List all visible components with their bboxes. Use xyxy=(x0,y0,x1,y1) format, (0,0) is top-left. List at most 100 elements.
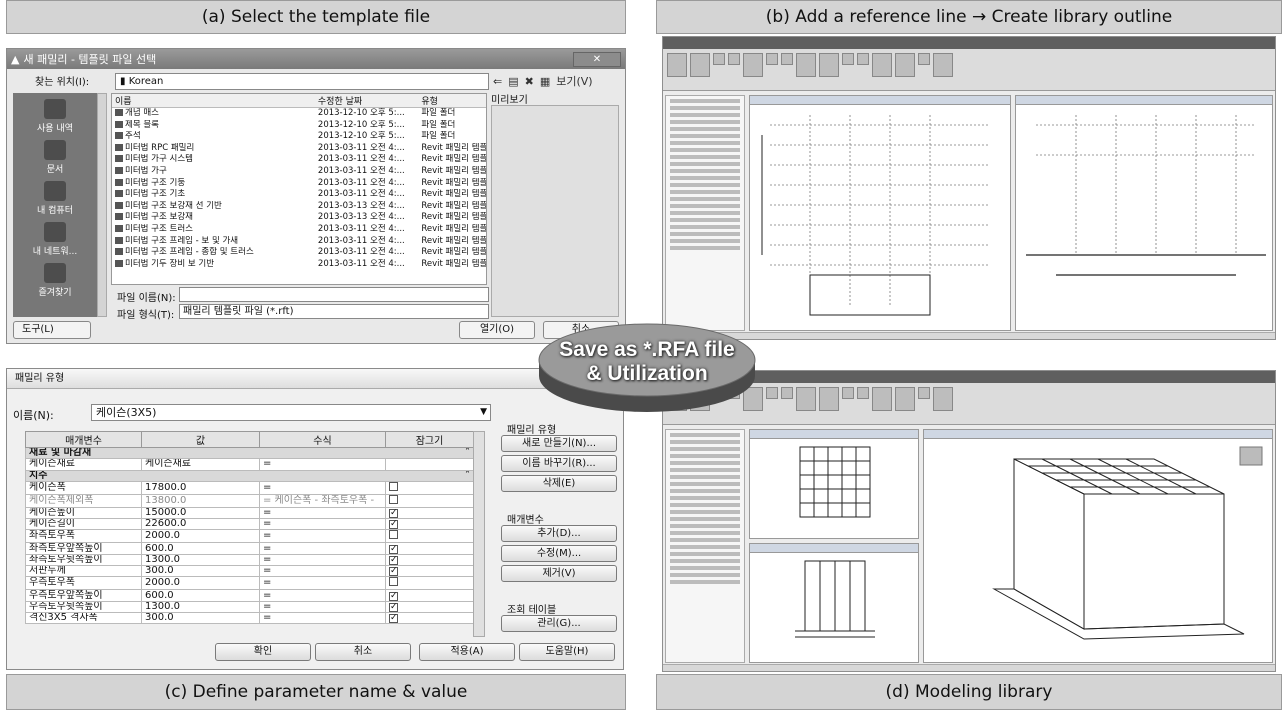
place-item[interactable]: 사용 내역 xyxy=(13,99,97,134)
file-row[interactable]: 주석 2013-12-10 오후 5:... 파일 폴더 xyxy=(112,131,486,143)
parameter-row[interactable]: 좌측토우앞쪽높이 600.0 = ✓ xyxy=(25,542,474,555)
parameter-row[interactable]: 케이슨높이 15000.0 = ✓ xyxy=(25,506,474,520)
unchecked-checkbox-icon[interactable] xyxy=(389,577,398,587)
view-icon[interactable]: ▦ xyxy=(540,75,556,88)
file-row[interactable]: 미터법 구조 보강재 2013-03-13 오전 4:... Revit 패밀리 템… xyxy=(112,212,486,224)
checked-checkbox-icon[interactable]: ✓ xyxy=(389,520,398,529)
checked-checkbox-icon[interactable]: ✓ xyxy=(389,614,398,623)
delete-type-button[interactable]: 삭제(E) xyxy=(501,475,617,492)
param-formula[interactable]: = xyxy=(259,542,386,555)
plan-view-d[interactable] xyxy=(749,429,919,539)
open-button[interactable]: 열기(O) xyxy=(459,321,535,339)
collapse-icon[interactable]: ˄ xyxy=(465,471,470,480)
back-icon[interactable]: ⇐ xyxy=(493,75,508,88)
column-type[interactable]: 유형 xyxy=(418,94,486,107)
file-row[interactable]: 미터법 RPC 패밀리 2013-03-11 오전 4:... Revit 패밀리 … xyxy=(112,143,486,155)
elevation-view-b[interactable] xyxy=(1015,95,1273,331)
param-formula[interactable]: = xyxy=(259,529,386,544)
file-row[interactable]: 미터법 구조 트러스 2013-03-11 오전 4:... Revit 패밀리 템… xyxy=(112,224,486,236)
file-row[interactable]: 미터법 가구 시스템 2013-03-11 오전 4:... Revit 패밀리 템… xyxy=(112,154,486,166)
apply-button[interactable]: 적용(A) xyxy=(419,643,515,661)
collapse-icon[interactable]: ˄ xyxy=(465,449,470,458)
add-parameter-button[interactable]: 추가(D)... xyxy=(501,525,617,542)
param-formula[interactable]: = xyxy=(259,565,386,578)
parameter-row[interactable]: 케이슨재료 케이슨재료 = xyxy=(25,458,474,471)
manage-lookup-button[interactable]: 관리(G)... xyxy=(501,615,617,632)
parameter-row[interactable]: 저판두께 300.0 = ✓ xyxy=(25,565,474,578)
param-value[interactable]: 17800.0 xyxy=(141,480,260,495)
column-date[interactable]: 수정한 날짜 xyxy=(315,94,418,107)
place-item[interactable]: 즐겨찾기 xyxy=(13,263,97,298)
look-in-select[interactable]: ▮ Korean xyxy=(115,73,489,90)
cancel-button[interactable]: 취소 xyxy=(315,643,411,661)
column-name[interactable]: 이름 xyxy=(112,94,315,107)
view-menu[interactable]: 보기(V) xyxy=(556,75,592,88)
modify-parameter-button[interactable]: 수정(M)... xyxy=(501,545,617,562)
elevation-view-d[interactable] xyxy=(749,543,919,663)
param-formula[interactable]: = xyxy=(259,458,386,471)
parameter-row[interactable]: 좌측토우폭 2000.0 = xyxy=(25,529,474,544)
checked-checkbox-icon[interactable]: ✓ xyxy=(389,555,398,565)
param-value[interactable]: 케이슨재료 xyxy=(141,458,260,471)
param-formula[interactable]: = xyxy=(259,553,386,567)
file-row[interactable]: 미터법 기두 장비 보 기반 2013-03-11 오전 4:... Revit 패… xyxy=(112,259,486,271)
unchecked-checkbox-icon[interactable] xyxy=(389,530,398,540)
checked-checkbox-icon[interactable]: ✓ xyxy=(389,544,398,554)
parameter-row[interactable]: 우측토우폭 2000.0 = xyxy=(25,576,474,591)
parameter-group-row[interactable]: 치수 ˄ xyxy=(25,469,474,482)
param-formula[interactable]: = xyxy=(259,506,386,520)
checked-checkbox-icon[interactable]: ✓ xyxy=(389,567,398,576)
param-value[interactable]: 13800.0 xyxy=(141,493,260,508)
parameter-group-row[interactable]: 재료 및 마감재 ˄ xyxy=(25,446,474,460)
param-formula[interactable]: = xyxy=(259,600,386,613)
file-row[interactable]: 미터법 구조 보강재 선 기반 2013-03-13 오전 4:... Revit … xyxy=(112,201,486,213)
file-name-input[interactable] xyxy=(179,287,489,302)
file-row[interactable]: 미터법 구조 기둥 2013-03-11 오전 4:... Revit 패밀리 템플 xyxy=(112,178,486,190)
param-value[interactable]: 2000.0 xyxy=(141,576,260,591)
param-value[interactable]: 300.0 xyxy=(141,565,260,578)
param-formula[interactable]: = xyxy=(259,576,386,591)
file-row[interactable]: 미터법 구조 프레임 - 종합 및 트러스 2013-03-11 오전 4:...… xyxy=(112,247,486,259)
param-formula[interactable]: = xyxy=(259,611,386,625)
checked-checkbox-icon[interactable]: ✓ xyxy=(389,591,398,601)
file-type-select[interactable]: 패밀리 템플릿 파일 (*.rft) xyxy=(179,304,489,319)
revit-ribbon[interactable] xyxy=(663,49,1275,91)
place-item[interactable]: 내 컴퓨터 xyxy=(13,181,97,216)
help-button[interactable]: 도움말(H) xyxy=(519,643,615,661)
file-row[interactable]: 미터법 구조 기초 2013-03-11 오전 4:... Revit 패밀리 템플 xyxy=(112,189,486,201)
parameter-row[interactable]: 케이슨길이 22600.0 = ✓ xyxy=(25,518,474,531)
3d-view-d[interactable] xyxy=(923,429,1273,663)
param-value[interactable]: 22600.0 xyxy=(141,518,260,531)
remove-parameter-button[interactable]: 제거(V) xyxy=(501,565,617,582)
rename-type-button[interactable]: 이름 바꾸기(R)... xyxy=(501,455,617,472)
parameter-row[interactable]: 격신3X5 격자폭 300.0 = ✓ xyxy=(25,611,474,625)
delete-icon[interactable]: ✖ xyxy=(525,75,540,88)
file-row[interactable]: 개념 매스 2013-12-10 오후 5:... 파일 폴더 xyxy=(112,108,486,120)
unchecked-checkbox-icon[interactable] xyxy=(389,482,398,491)
checked-checkbox-icon[interactable]: ✓ xyxy=(389,602,398,612)
file-row[interactable]: 미터법 구조 프레임 - 보 및 가새 2013-03-11 오전 4:... Re… xyxy=(112,236,486,248)
param-value[interactable]: 600.0 xyxy=(141,589,260,602)
param-formula[interactable]: = xyxy=(259,518,386,531)
param-formula[interactable]: = xyxy=(259,589,386,602)
project-browser[interactable] xyxy=(665,429,745,663)
param-value[interactable]: 2000.0 xyxy=(141,529,260,544)
parameter-row[interactable]: 우측토우앞쪽높이 600.0 = ✓ xyxy=(25,589,474,602)
param-value[interactable]: 600.0 xyxy=(141,542,260,555)
project-browser[interactable] xyxy=(665,95,745,331)
parameter-row[interactable]: 우측토우뒷쪽높이 1300.0 = ✓ xyxy=(25,600,474,613)
ok-button[interactable]: 확인 xyxy=(215,643,311,661)
param-value[interactable]: 15000.0 xyxy=(141,506,260,520)
file-row[interactable]: 제목 블록 2013-12-10 오후 5:... 파일 폴더 xyxy=(112,120,486,132)
type-name-select[interactable]: 케이슨(3X5) ▼ xyxy=(91,404,491,421)
up-folder-icon[interactable]: ▤ xyxy=(508,75,524,88)
file-row[interactable]: 미터법 가구 2013-03-11 오전 4:... Revit 패밀리 템플 xyxy=(112,166,486,178)
param-value[interactable]: 1300.0 xyxy=(141,553,260,567)
places-scrollbar[interactable] xyxy=(97,93,107,317)
place-item[interactable]: 내 네트워... xyxy=(13,222,97,257)
parameter-row[interactable]: 케이슨폭제외폭 13800.0 = 케이슨폭 - 좌측토우폭 - xyxy=(25,493,474,508)
param-value[interactable]: 1300.0 xyxy=(141,600,260,613)
close-icon[interactable]: ✕ xyxy=(573,51,621,67)
param-formula[interactable]: = 케이슨폭 - 좌측토우폭 - xyxy=(259,493,386,508)
param-value[interactable]: 300.0 xyxy=(141,611,260,625)
